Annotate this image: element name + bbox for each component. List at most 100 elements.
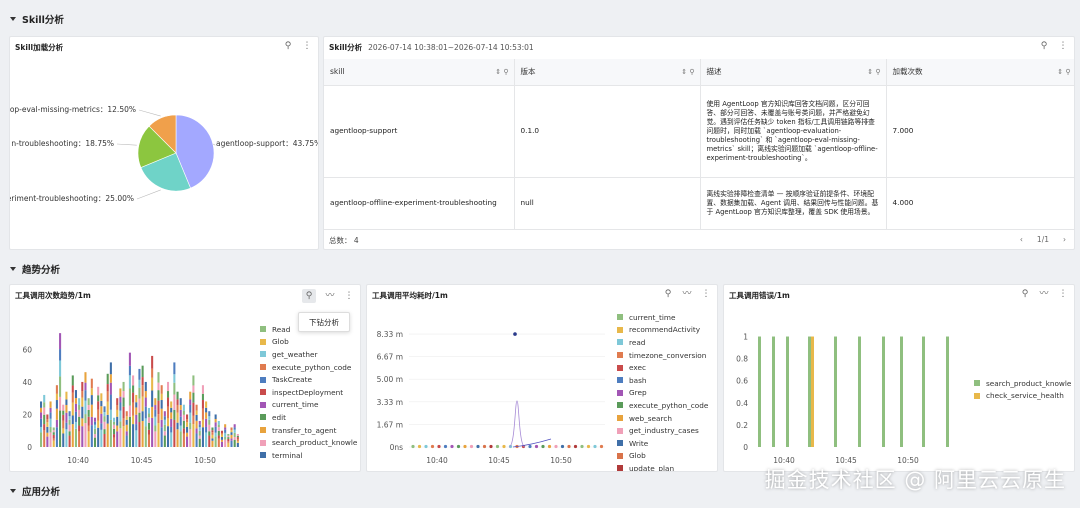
drilldown-icon[interactable]: ⚲ [302,289,316,303]
legend-label: current_time [629,312,676,322]
legend-item[interactable]: transfer_to_agent [260,424,360,437]
pie-label: experiment-troubleshooting：25.00% [10,194,134,203]
col-header-version[interactable]: 版本 ⇕ ⚲ [514,59,701,86]
legend-item[interactable]: exec [617,361,717,374]
col-header-desc[interactable]: 描述 ⇕ ⚲ [700,59,887,86]
bar-segment [147,429,150,435]
legend-label: execute_python_code [629,400,709,410]
legend-item[interactable]: Write [617,437,717,450]
bar-segment [87,409,90,417]
bar-segment [116,405,119,410]
bar-segment [43,407,46,415]
bar-segment [151,355,154,369]
bar-segment [65,391,68,400]
legend-item[interactable]: check_service_health [974,390,1074,403]
more-icon[interactable]: ⋮ [344,291,354,301]
legend-item[interactable]: recommendActivity [617,324,717,337]
bar-segment [55,400,58,409]
bar-segment [119,410,122,422]
col-header-skill[interactable]: skill ⇕ ⚲ [324,59,515,86]
legend-item[interactable]: update_plan [617,462,717,471]
y-tick-label: 5.00 m [377,375,403,384]
legend-item[interactable]: get_weather [260,348,360,361]
chart-type-icon[interactable]: 〰 [1039,289,1049,299]
legend-item[interactable]: TaskCreate [260,373,360,386]
legend-item[interactable]: execute_python_code [260,361,360,374]
data-point [482,444,487,449]
bar-segment [116,409,119,417]
chevron-left-icon[interactable]: ‹ [1020,235,1023,244]
bar-segment [74,398,77,404]
bar-segment [109,362,112,375]
y-tick-label: 0.8 [736,355,748,364]
legend-label: check_service_health [986,391,1064,401]
more-icon[interactable]: ⋮ [701,289,711,299]
more-icon[interactable]: ⋮ [1058,41,1068,51]
legend-item[interactable]: Glob [617,450,717,463]
legend-swatch [260,439,266,446]
bar-segment [154,431,157,447]
legend-item[interactable]: inspectDeployment [260,386,360,399]
error-bar [882,336,885,447]
legend-item[interactable]: terminal [260,449,360,462]
bar-segment [125,411,128,417]
legend-item[interactable]: web_search [617,412,717,425]
bar-segment [151,377,154,391]
legend-item[interactable]: Grep [617,387,717,400]
panel-title: Skill分析 [329,43,363,52]
y-tick-label: 0 [743,443,748,452]
drilldown-tooltip[interactable]: 下钻分析 [298,312,350,332]
chart-type-icon[interactable]: 〰 [325,291,335,301]
legend-item[interactable]: Glob [260,336,360,349]
bar-segment [230,430,233,433]
legend-item[interactable]: timezone_conversion [617,349,717,362]
legend-swatch [260,338,266,345]
drilldown-icon[interactable]: ⚲ [1039,41,1049,51]
legend-label: current_time [272,400,319,410]
bar-segment [179,425,182,432]
legend-item[interactable]: search_product_knowle [260,436,360,449]
table-row[interactable]: agentloop-offline-experiment-troubleshoo… [324,177,1074,230]
bar-segment [166,426,170,447]
bar-segment [71,424,74,447]
section-trend-header[interactable]: 趋势分析 [0,256,1080,282]
x-tick-label: 10:40 [67,456,89,465]
legend-swatch [617,326,623,333]
legend-item[interactable]: execute_python_code [617,399,717,412]
tool-error-panel: 工具调用错误/1m ⚲ 〰 ⋮ 0 0.2 0.4 0.6 0.8 1 10:40 10:45… [723,284,1075,472]
chevron-right-icon[interactable]: › [1063,235,1066,244]
bar-segment [122,426,125,447]
legend-item[interactable]: search_product_knowle [974,377,1074,390]
section-skill-header[interactable]: Skill分析 [0,6,1080,32]
bar-segment [68,435,71,447]
bar-segment [59,376,62,397]
bar-segment [157,372,160,383]
bar-segment [71,415,74,425]
legend-item[interactable]: current_time [260,399,360,412]
bar-segment [97,395,100,402]
bar-segment [163,424,166,432]
bar-segment [220,433,224,435]
bar-segment [100,393,103,401]
legend-item[interactable]: read [617,336,717,349]
bar-segment [106,373,109,385]
table-row[interactable]: agentloop-support 0.1.0 使用 AgentLoop 官方知… [324,85,1074,178]
chart-type-icon[interactable]: 〰 [682,289,692,299]
bar-segment [195,410,198,415]
drilldown-icon[interactable]: ⚲ [1020,289,1030,299]
bar-segment [166,397,170,407]
bar-segment [173,374,176,383]
pie-leader-line [138,109,161,117]
legend-item[interactable]: bash [617,374,717,387]
bar-segment [74,428,77,447]
bar-segment [135,407,138,415]
bar-segment [43,424,46,431]
more-icon[interactable]: ⋮ [1058,289,1068,299]
bar-segment [192,402,195,416]
legend-item[interactable]: get_industry_cases [617,424,717,437]
drilldown-icon[interactable]: ⚲ [663,289,673,299]
col-header-count[interactable]: 加载次数 ⇕ ⚲ [886,59,1074,86]
legend-label: bash [629,375,647,385]
legend-item[interactable]: edit [260,411,360,424]
legend-item[interactable]: current_time [617,311,717,324]
